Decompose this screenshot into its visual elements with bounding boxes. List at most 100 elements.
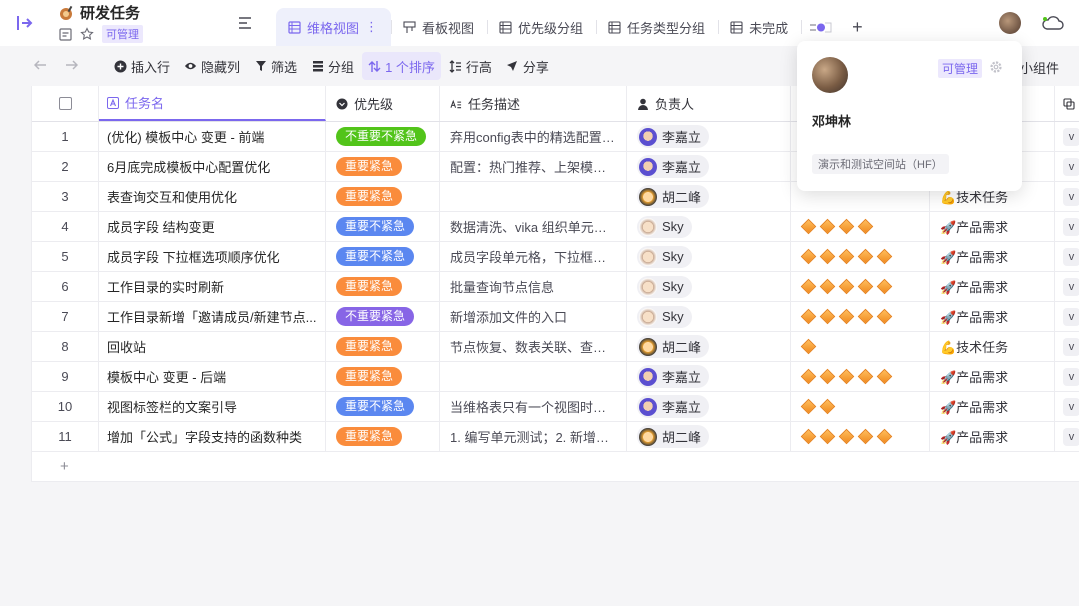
description-cell[interactable]: 配置：热门推荐、上架模板 v... bbox=[440, 152, 627, 181]
rating-cell[interactable] bbox=[791, 272, 930, 301]
member-chip[interactable]: Sky bbox=[637, 215, 692, 238]
description-cell[interactable] bbox=[440, 182, 627, 211]
undo-icon[interactable] bbox=[33, 58, 48, 74]
rating-cell[interactable] bbox=[791, 422, 930, 451]
priority-cell[interactable]: 重要紧急 bbox=[326, 182, 440, 211]
redo-icon[interactable] bbox=[64, 58, 79, 74]
assignee-cell[interactable]: 李嘉立 bbox=[627, 152, 791, 181]
add-row-button[interactable]: + bbox=[32, 452, 1079, 482]
filter-button[interactable]: 筛选 bbox=[248, 52, 303, 80]
assignee-cell[interactable]: 胡二峰 bbox=[627, 332, 791, 361]
column-header-assignee[interactable]: 负责人 bbox=[627, 86, 791, 121]
task-name-cell[interactable]: 成员字段 下拉框选项顺序优化 bbox=[99, 242, 326, 271]
description-cell[interactable] bbox=[440, 362, 627, 391]
task-name-cell[interactable]: 工作目录的实时刷新 bbox=[99, 272, 326, 301]
rating-cell[interactable] bbox=[791, 332, 930, 361]
link-cell[interactable]: v bbox=[1055, 392, 1079, 421]
member-chip[interactable]: Sky bbox=[637, 245, 692, 268]
link-cell[interactable]: v bbox=[1055, 152, 1079, 181]
link-cell[interactable]: v bbox=[1055, 272, 1079, 301]
sheet-title[interactable]: 研发任务 bbox=[80, 2, 140, 23]
column-header-link[interactable] bbox=[1055, 86, 1079, 121]
more-options-icon[interactable]: ⋮ bbox=[365, 19, 378, 35]
sheet-emoji-icon[interactable] bbox=[58, 5, 74, 21]
tab-priority-group[interactable]: 优先级分组 bbox=[487, 8, 596, 46]
priority-cell[interactable]: 重要紧急 bbox=[326, 332, 440, 361]
group-button[interactable]: 分组 bbox=[305, 52, 360, 80]
widgets-button[interactable]: 小组件 bbox=[1020, 58, 1059, 77]
row-height-button[interactable]: 行高 bbox=[443, 52, 498, 80]
member-chip[interactable]: Sky bbox=[637, 275, 692, 298]
link-cell[interactable]: v bbox=[1055, 422, 1079, 451]
member-chip[interactable]: 胡二峰 bbox=[637, 425, 710, 448]
link-cell[interactable]: v bbox=[1055, 122, 1079, 151]
priority-cell[interactable]: 重要紧急 bbox=[326, 362, 440, 391]
row-number-cell[interactable]: 1 bbox=[32, 122, 99, 151]
task-name-cell[interactable]: 表查询交互和使用优化 bbox=[99, 182, 326, 211]
assignee-cell[interactable]: Sky bbox=[627, 272, 791, 301]
description-cell[interactable]: 1. 编写单元测试；2. 新增公... bbox=[440, 422, 627, 451]
rating-diamonds[interactable] bbox=[800, 248, 893, 265]
rating-diamonds[interactable] bbox=[800, 278, 893, 295]
table-row[interactable]: 7 工作目录新增「邀请成员/新建节点... 不重要紧急 新增添加文件的入口 Sky 🚀产品… bbox=[32, 302, 1079, 332]
tab-task-type-group[interactable]: 任务类型分组 bbox=[596, 8, 718, 46]
row-number-cell[interactable]: 2 bbox=[32, 152, 99, 181]
assignee-cell[interactable]: 李嘉立 bbox=[627, 392, 791, 421]
table-row[interactable]: 8 回收站 重要紧急 节点恢复、数表关联、查询... 胡二峰 💪技术任务 v bbox=[32, 332, 1079, 362]
link-cell[interactable]: v bbox=[1055, 302, 1079, 331]
assignee-cell[interactable]: 胡二峰 bbox=[627, 422, 791, 451]
description-cell[interactable]: 新增添加文件的入口 bbox=[440, 302, 627, 331]
task-type-cell[interactable]: 🚀产品需求 bbox=[930, 242, 1055, 271]
task-type-cell[interactable]: 🚀产品需求 bbox=[930, 422, 1055, 451]
table-row[interactable]: 9 模板中心 变更 - 后端 重要紧急 李嘉立 🚀产品需求 v bbox=[32, 362, 1079, 392]
gear-icon[interactable] bbox=[989, 60, 1003, 74]
table-row[interactable]: 6 工作目录的实时刷新 重要紧急 批量查询节点信息 Sky 🚀产品需求 v bbox=[32, 272, 1079, 302]
assignee-cell[interactable]: Sky bbox=[627, 242, 791, 271]
description-cell[interactable]: 弃用config表中的精选配置，... bbox=[440, 122, 627, 151]
row-number-cell[interactable]: 11 bbox=[32, 422, 99, 451]
hide-columns-button[interactable]: 隐藏列 bbox=[178, 52, 246, 80]
row-number-cell[interactable]: 7 bbox=[32, 302, 99, 331]
column-header-task-name[interactable]: 任务名 bbox=[99, 86, 326, 121]
rating-diamonds[interactable] bbox=[800, 428, 893, 445]
sort-button[interactable]: 1 个排序 bbox=[362, 52, 441, 80]
row-number-cell[interactable]: 9 bbox=[32, 362, 99, 391]
description-cell[interactable]: 批量查询节点信息 bbox=[440, 272, 627, 301]
table-row[interactable]: 5 成员字段 下拉框选项顺序优化 重要不紧急 成员字段单元格，下拉框选... Sky 🚀产… bbox=[32, 242, 1079, 272]
rating-cell[interactable] bbox=[791, 392, 930, 421]
link-cell[interactable]: v bbox=[1055, 362, 1079, 391]
cloud-sync-icon[interactable] bbox=[1041, 13, 1065, 33]
task-type-cell[interactable]: 🚀产品需求 bbox=[930, 302, 1055, 331]
rating-diamonds[interactable] bbox=[800, 398, 836, 415]
star-icon[interactable] bbox=[80, 27, 94, 41]
task-name-cell[interactable]: 回收站 bbox=[99, 332, 326, 361]
member-chip[interactable]: Sky bbox=[637, 305, 692, 328]
priority-cell[interactable]: 重要紧急 bbox=[326, 152, 440, 181]
task-name-cell[interactable]: 模板中心 变更 - 后端 bbox=[99, 362, 326, 391]
table-row[interactable]: 4 成员字段 结构变更 重要不紧急 数据清洗、vika 组织单元的... Sky 🚀产品需… bbox=[32, 212, 1079, 242]
row-number-cell[interactable]: 5 bbox=[32, 242, 99, 271]
select-all-cell[interactable] bbox=[32, 86, 99, 121]
member-chip[interactable]: 李嘉立 bbox=[637, 155, 710, 178]
priority-cell[interactable]: 重要紧急 bbox=[326, 272, 440, 301]
assignee-cell[interactable]: 李嘉立 bbox=[627, 122, 791, 151]
priority-cell[interactable]: 不重要紧急 bbox=[326, 302, 440, 331]
task-type-cell[interactable]: 🚀产品需求 bbox=[930, 212, 1055, 241]
tab-grid-view[interactable]: 维格视图 ⋮ bbox=[276, 8, 392, 46]
task-type-cell[interactable]: 🚀产品需求 bbox=[930, 362, 1055, 391]
description-cell[interactable]: 成员字段单元格，下拉框选... bbox=[440, 242, 627, 271]
rating-diamonds[interactable] bbox=[800, 308, 893, 325]
row-number-cell[interactable]: 4 bbox=[32, 212, 99, 241]
select-all-checkbox[interactable] bbox=[58, 97, 72, 110]
member-chip[interactable]: 胡二峰 bbox=[637, 335, 710, 358]
description-cell[interactable]: 当维格表只有一个视图时，... bbox=[440, 392, 627, 421]
share-button[interactable]: 分享 bbox=[500, 52, 555, 80]
rating-diamonds[interactable] bbox=[800, 218, 874, 235]
task-type-cell[interactable]: 🚀产品需求 bbox=[930, 392, 1055, 421]
priority-cell[interactable]: 重要不紧急 bbox=[326, 392, 440, 421]
member-chip[interactable]: 李嘉立 bbox=[637, 125, 710, 148]
task-type-cell[interactable]: 🚀产品需求 bbox=[930, 272, 1055, 301]
rating-diamonds[interactable] bbox=[800, 338, 817, 355]
priority-cell[interactable]: 重要不紧急 bbox=[326, 212, 440, 241]
row-number-cell[interactable]: 6 bbox=[32, 272, 99, 301]
